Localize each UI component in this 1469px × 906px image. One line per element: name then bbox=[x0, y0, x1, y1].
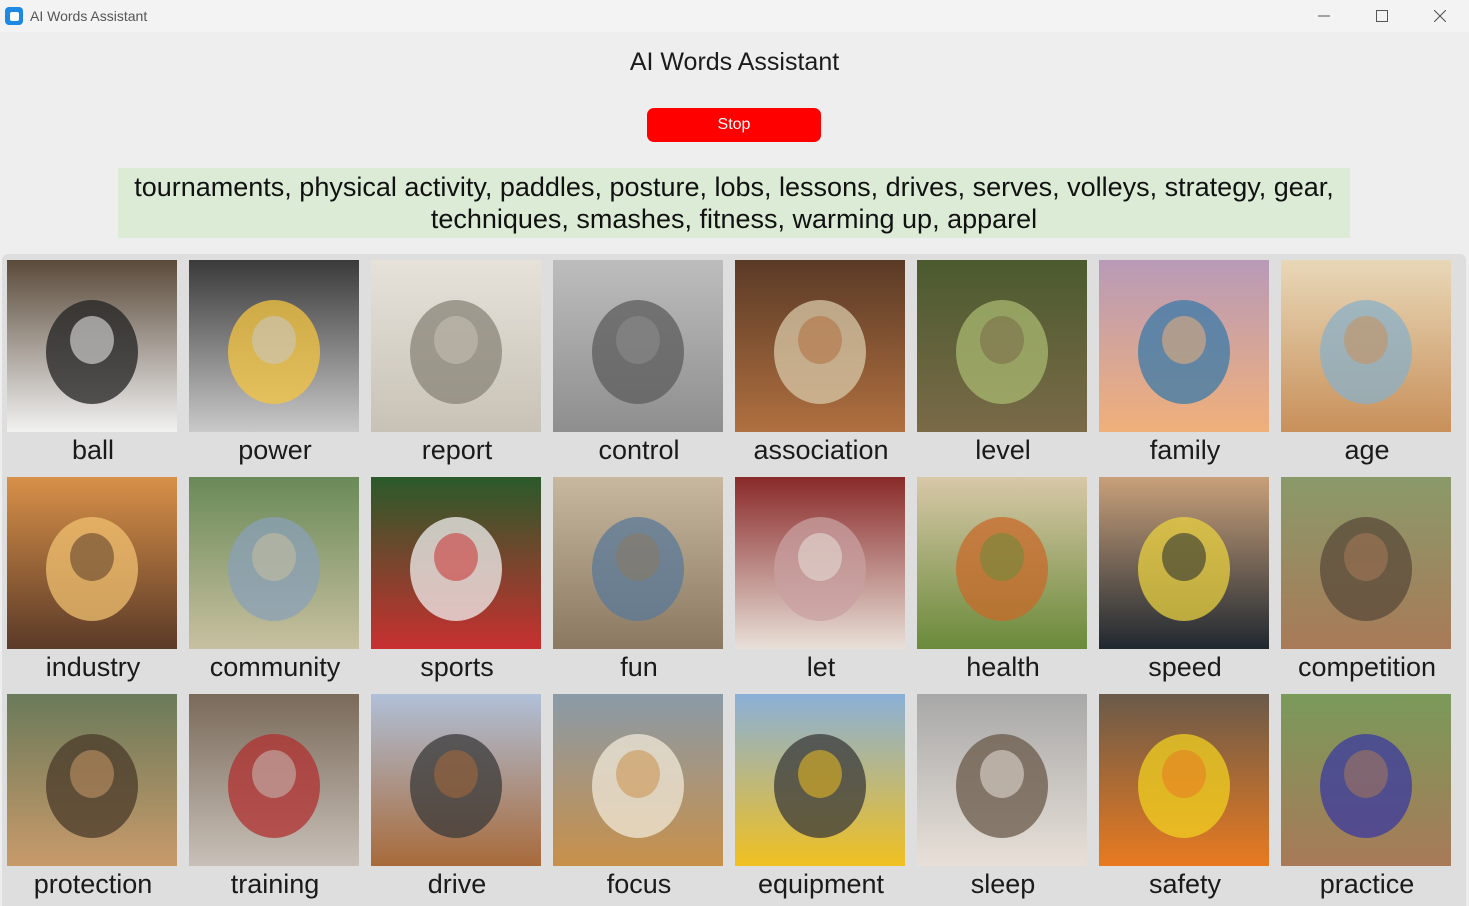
forest-house-image bbox=[917, 260, 1087, 432]
image-card-label: drive bbox=[427, 869, 487, 899]
light-bulb-image bbox=[189, 260, 359, 432]
soccer-ball-image bbox=[7, 260, 177, 432]
image-card-label: fun bbox=[620, 652, 658, 682]
image-card-training[interactable]: training bbox=[184, 688, 366, 900]
image-card-health[interactable]: health bbox=[912, 471, 1094, 683]
image-card-equipment[interactable]: equipment bbox=[730, 688, 912, 900]
maximize-icon bbox=[1376, 10, 1388, 22]
image-card-sports[interactable]: sports bbox=[366, 471, 548, 683]
stop-button[interactable]: Stop bbox=[647, 108, 821, 142]
image-card-let[interactable]: let bbox=[730, 471, 912, 683]
window-controls bbox=[1295, 0, 1469, 32]
image-card-label: sports bbox=[420, 652, 494, 682]
meeting-table-image bbox=[735, 260, 905, 432]
image-card-label: ball bbox=[71, 435, 115, 465]
image-card-ball[interactable]: ball bbox=[2, 254, 184, 466]
image-card-label: training bbox=[230, 869, 320, 899]
women-walking-beach-image bbox=[553, 477, 723, 649]
close-icon bbox=[1434, 10, 1446, 22]
image-card-label: safety bbox=[1148, 869, 1222, 899]
image-card-level[interactable]: level bbox=[912, 254, 1094, 466]
factory-image bbox=[7, 477, 177, 649]
construction-worker-image bbox=[1099, 694, 1269, 866]
image-card-competition[interactable]: competition bbox=[1276, 471, 1458, 683]
excavator-image bbox=[735, 694, 905, 866]
dog-portrait-image bbox=[553, 694, 723, 866]
image-card-community[interactable]: community bbox=[184, 471, 366, 683]
sleeping-person-image bbox=[917, 694, 1087, 866]
image-card-age[interactable]: age bbox=[1276, 254, 1458, 466]
close-button[interactable] bbox=[1411, 0, 1469, 32]
classic-car-image bbox=[371, 694, 541, 866]
football-players-image bbox=[1281, 694, 1451, 866]
family-emblem-image bbox=[1099, 260, 1269, 432]
image-card-practice[interactable]: practice bbox=[1276, 688, 1458, 900]
document-sketch-image bbox=[371, 260, 541, 432]
app-icon bbox=[5, 7, 23, 25]
maximize-button[interactable] bbox=[1353, 0, 1411, 32]
minimize-icon bbox=[1318, 15, 1330, 17]
image-card-protection[interactable]: protection bbox=[2, 688, 184, 900]
image-card-sleep[interactable]: sleep bbox=[912, 688, 1094, 900]
page-title: AI Words Assistant bbox=[629, 48, 840, 76]
image-card-label: focus bbox=[606, 869, 672, 899]
image-card-industry[interactable]: industry bbox=[2, 471, 184, 683]
image-grid: ball power report control association level fa… bbox=[2, 254, 1466, 906]
image-card-label: level bbox=[975, 435, 1031, 465]
image-card-label: association bbox=[753, 435, 889, 465]
image-card-label: health bbox=[966, 652, 1040, 682]
minimize-button[interactable] bbox=[1295, 0, 1353, 32]
tunnel-image bbox=[735, 477, 905, 649]
image-card-family[interactable]: family bbox=[1094, 254, 1276, 466]
image-card-label: control bbox=[598, 435, 680, 465]
soccer-players-image bbox=[371, 477, 541, 649]
image-card-label: industry bbox=[45, 652, 141, 682]
fruits-vegetables-image bbox=[917, 477, 1087, 649]
app-window: AI Words Assistant AI Words Assistant St… bbox=[0, 0, 1469, 906]
image-card-label: family bbox=[1149, 435, 1221, 465]
image-card-label: power bbox=[238, 435, 312, 465]
image-card-label: competition bbox=[1297, 652, 1437, 682]
image-card-control[interactable]: control bbox=[548, 254, 730, 466]
image-card-label: age bbox=[1344, 435, 1390, 465]
man-running-image bbox=[189, 694, 359, 866]
image-card-speed[interactable]: speed bbox=[1094, 471, 1276, 683]
image-card-label: sleep bbox=[970, 869, 1036, 899]
elderly-woman-image bbox=[1281, 260, 1451, 432]
image-card-drive[interactable]: drive bbox=[366, 688, 548, 900]
town-island-image bbox=[189, 477, 359, 649]
title-bar: AI Words Assistant bbox=[0, 0, 1469, 32]
sports-car-image bbox=[1099, 477, 1269, 649]
image-card-label: speed bbox=[1148, 652, 1222, 682]
image-card-label: practice bbox=[1319, 869, 1415, 899]
image-card-label: community bbox=[209, 652, 341, 682]
image-card-label: protection bbox=[33, 869, 153, 899]
image-card-safety[interactable]: safety bbox=[1094, 688, 1276, 900]
image-card-label: report bbox=[421, 435, 493, 465]
image-card-association[interactable]: association bbox=[730, 254, 912, 466]
dogs-in-forest-image bbox=[7, 694, 177, 866]
horse-rider-image bbox=[1281, 477, 1451, 649]
words-text: tournaments, physical activity, paddles,… bbox=[134, 172, 1334, 234]
image-card-fun[interactable]: fun bbox=[548, 471, 730, 683]
image-card-label: equipment bbox=[757, 869, 885, 899]
image-card-power[interactable]: power bbox=[184, 254, 366, 466]
image-card-report[interactable]: report bbox=[366, 254, 548, 466]
image-card-label: let bbox=[806, 652, 836, 682]
words-list: tournaments, physical activity, paddles,… bbox=[118, 168, 1350, 238]
window-title: AI Words Assistant bbox=[30, 8, 148, 24]
image-card-focus[interactable]: focus bbox=[548, 688, 730, 900]
game-controller-image bbox=[553, 260, 723, 432]
